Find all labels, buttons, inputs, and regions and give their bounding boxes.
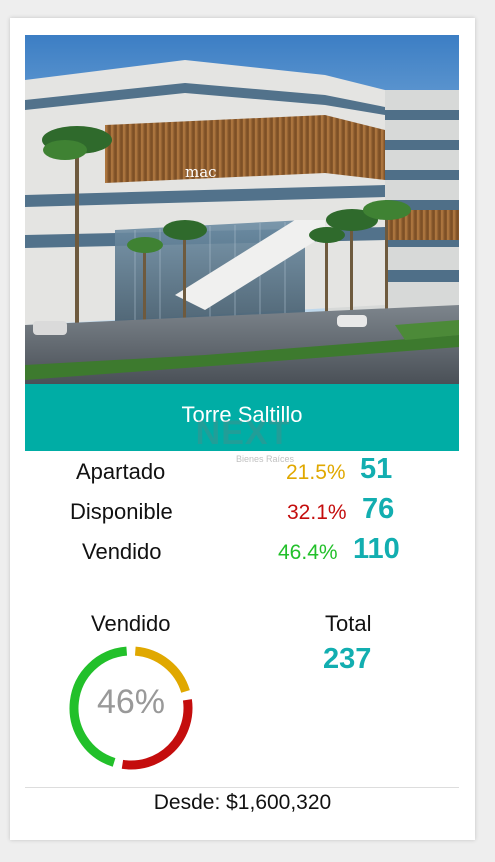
sold-title: Vendido [91,611,171,636]
stat-count: 51 [360,453,393,485]
property-title: Torre Saltillo [181,402,303,427]
stat-row-disponible: Disponible 32.1% 76 [10,493,475,529]
sold-gauge: 46% [66,643,196,773]
stat-percent: 21.5% [286,461,346,484]
total-title: Total [325,611,372,636]
stat-percent: 46.4% [278,541,338,564]
sold-percent-text: 46% [96,683,166,721]
stat-count: 76 [362,493,395,525]
stat-label: Apartado [76,459,166,484]
divider [25,787,459,788]
stat-row-vendido: Vendido 46.4% 110 [10,533,475,569]
building-sign: mac [185,163,217,181]
property-card[interactable]: mac Torre Saltillo NEXT Bienes Raíces Ap… [10,18,475,840]
stat-count: 110 [353,533,400,565]
total-value: 237 [323,643,372,675]
stat-row-apartado: Apartado 21.5% 51 [10,453,475,489]
property-title-banner: Torre Saltillo [25,384,459,451]
price-text: Desde: $1,600,320 [153,791,332,814]
stat-percent: 32.1% [287,501,347,524]
stat-label: Disponible [70,499,173,524]
stat-label: Vendido [82,539,162,564]
building-photo[interactable]: mac [25,35,459,384]
